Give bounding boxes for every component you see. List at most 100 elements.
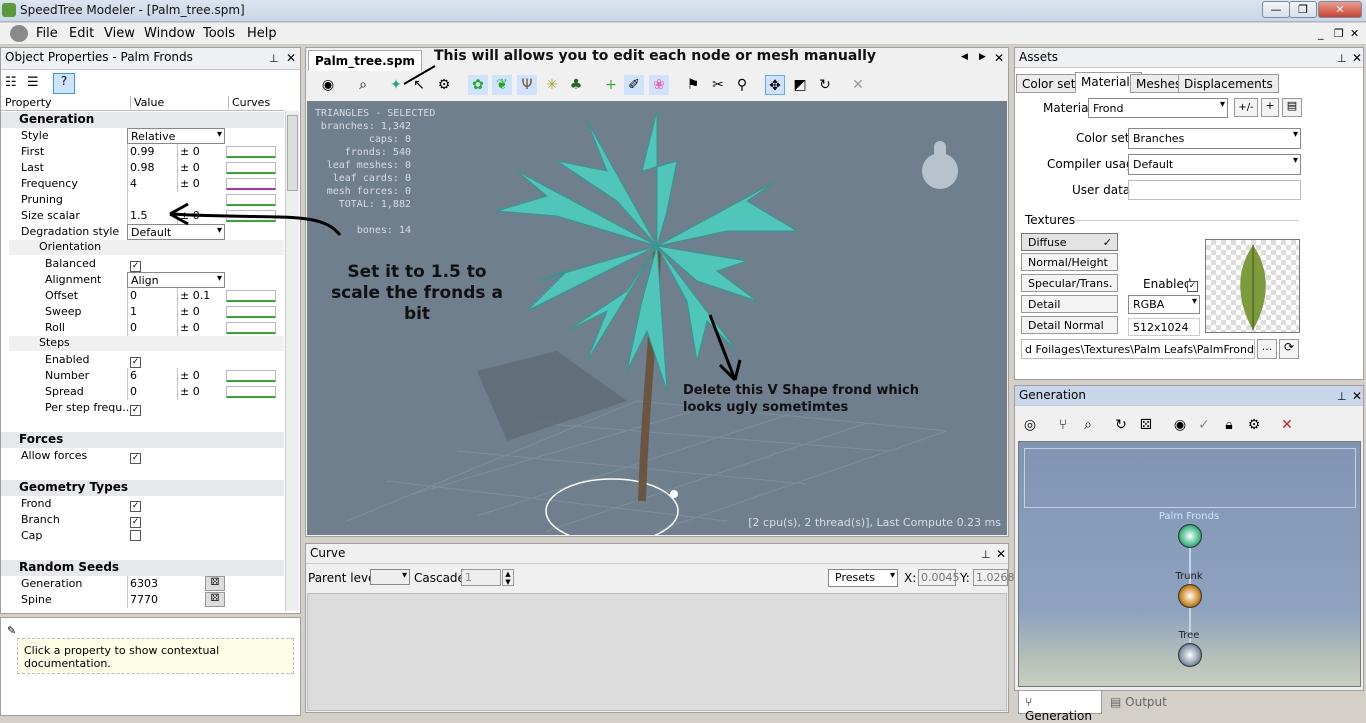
allow-forces-checkbox[interactable]: ✓ — [130, 450, 141, 464]
row-frond[interactable]: Frond ✓ — [1, 496, 284, 512]
menu-help[interactable]: Help — [247, 26, 277, 41]
frond-checkbox[interactable]: ✓ — [130, 498, 141, 512]
row-cap[interactable]: Cap — [1, 528, 284, 544]
curve-preview[interactable] — [226, 370, 276, 382]
section-steps[interactable]: Steps — [9, 336, 284, 351]
hierarchy-icon[interactable]: ⑂ — [1053, 415, 1073, 435]
section-forces[interactable]: Forces — [1, 432, 284, 448]
leaf-icon[interactable]: ✿ — [468, 75, 488, 95]
dice-icon[interactable]: ⚄ — [205, 576, 225, 591]
pin-icon[interactable]: ⊥ — [1337, 390, 1347, 403]
cascade-spin-icon[interactable]: ▲ ▼ — [502, 569, 514, 586]
texture-preview[interactable] — [1205, 239, 1300, 333]
row-spread[interactable]: Spread 0 ± 0 — [1, 384, 284, 400]
row-branch[interactable]: Branch ✓ — [1, 512, 284, 528]
branch-icon[interactable]: Ψ — [517, 75, 537, 95]
menu-tools[interactable]: Tools — [203, 26, 235, 41]
material-dropdown[interactable]: Frond — [1088, 98, 1228, 118]
material-icon[interactable]: ⚙ — [1244, 415, 1264, 435]
variance-field[interactable]: ± 0 — [177, 368, 226, 384]
row-allow-forces[interactable]: Allow forces ✓ — [1, 448, 284, 464]
clipboard-icon[interactable]: ▤ — [1282, 98, 1302, 117]
detail-normal-button[interactable]: Detail Normal — [1021, 316, 1118, 334]
close-icon[interactable]: ✕ — [996, 547, 1006, 561]
menu-edit[interactable]: Edit — [69, 26, 94, 41]
menu-view[interactable]: View — [104, 26, 135, 41]
mdi-close-icon[interactable]: ✕ — [1350, 27, 1359, 40]
tab-displacements[interactable]: Displacements — [1178, 74, 1279, 93]
flower-icon[interactable]: ❀ — [649, 75, 669, 95]
row-sweep[interactable]: Sweep 1 ± 0 — [1, 304, 284, 320]
colorset-dropdown[interactable]: Branches — [1128, 128, 1301, 149]
normal-height-button[interactable]: Normal/Height — [1021, 253, 1118, 271]
branch-checkbox[interactable]: ✓ — [130, 514, 141, 528]
row-alignment[interactable]: Alignment Align — [1, 272, 284, 288]
reload-icon[interactable]: ⟳ — [1279, 339, 1299, 359]
menu-file[interactable]: File — [36, 26, 58, 41]
check-icon[interactable]: ✓ — [1194, 415, 1214, 435]
variance-field[interactable]: ± 0 — [177, 304, 226, 320]
value-field[interactable]: 6 — [127, 368, 177, 384]
rotate-icon[interactable]: ↻ — [815, 75, 835, 95]
tab-prev-icon[interactable]: ◀ — [961, 52, 968, 62]
tree-icon[interactable]: ♣ — [566, 75, 586, 95]
pin-icon[interactable]: ⊥ — [981, 548, 991, 561]
tab-next-icon[interactable]: ▶ — [979, 52, 986, 62]
close-icon[interactable]: ✕ — [1352, 389, 1362, 403]
flag-icon[interactable]: ⚑ — [683, 75, 703, 95]
move-icon[interactable]: ✥ — [765, 75, 785, 95]
row-seed-spine[interactable]: Spine 7770 ⚄ — [1, 592, 284, 608]
cap-checkbox[interactable] — [130, 530, 141, 544]
palm-fronds-node[interactable] — [1178, 524, 1202, 548]
lock-icon[interactable]: 🔒︎ — [1219, 415, 1239, 435]
zoom-icon[interactable]: ⌕ — [1078, 415, 1098, 435]
value-field[interactable]: 1 — [127, 304, 177, 320]
menu-window[interactable]: Window — [144, 26, 195, 41]
generator-add-icon[interactable]: ◎ — [1020, 415, 1040, 435]
mdi-restore-icon[interactable]: ❐ — [1334, 27, 1344, 40]
per-step-checkbox[interactable]: ✓ — [130, 402, 141, 416]
row-seed-generation[interactable]: Generation 6303 ⚄ — [1, 576, 284, 592]
scale-icon[interactable]: ◩ — [790, 75, 810, 95]
curve-preview[interactable] — [226, 306, 276, 318]
value-field[interactable]: 0 — [127, 384, 177, 400]
enabled-checkbox[interactable]: ✓ — [1187, 277, 1198, 292]
tree-node[interactable] — [1178, 643, 1202, 667]
row-number[interactable]: Number 6 ± 0 — [1, 368, 284, 384]
curve-canvas[interactable] — [307, 593, 1007, 711]
row-per-step[interactable]: Per step frequ... ✓ — [1, 400, 284, 416]
row-balanced[interactable]: Balanced ✓ — [1, 256, 284, 272]
prune-icon[interactable]: ✂ — [708, 75, 728, 95]
tab-generation[interactable]: ⑂ Generation — [1018, 691, 1102, 723]
graph-minimap[interactable] — [1024, 448, 1356, 508]
generation-graph[interactable]: Palm Fronds Trunk Tree — [1018, 441, 1361, 687]
delete-icon[interactable]: ✕ — [848, 75, 868, 95]
userdata-input[interactable] — [1128, 180, 1301, 200]
curve-preview[interactable] — [226, 290, 276, 302]
alignment-dropdown[interactable]: Align — [127, 272, 225, 288]
compiler-dropdown[interactable]: Default — [1128, 154, 1301, 175]
section-seeds[interactable]: Random Seeds — [1, 560, 284, 576]
cascade-input[interactable]: 1 — [461, 569, 501, 586]
force-icon[interactable]: ⚲ — [732, 75, 752, 95]
row-offset[interactable]: Offset 0 ± 0.1 — [1, 288, 284, 304]
pin-icon[interactable]: ⊥ — [1337, 52, 1347, 65]
presets-dropdown[interactable]: Presets — [828, 569, 898, 587]
dice-icon[interactable]: ⚄ — [205, 592, 225, 607]
tab-output[interactable]: ▤ Output — [1104, 691, 1174, 714]
row-enabled[interactable]: Enabled ✓ — [1, 352, 284, 368]
value-field[interactable]: 0 — [127, 320, 177, 336]
paint-icon[interactable]: ✐ — [624, 75, 644, 95]
parent-level-dropdown[interactable] — [370, 569, 410, 585]
categorized-icon[interactable]: ☷ — [5, 75, 17, 90]
trunk-node[interactable] — [1178, 584, 1202, 608]
alphabetical-icon[interactable]: ☰ — [27, 75, 39, 90]
curve-preview[interactable] — [226, 386, 276, 398]
close-icon[interactable]: ✕ — [1352, 51, 1362, 65]
refresh-icon[interactable]: ↻ — [1111, 415, 1131, 435]
add-icon[interactable]: + — [601, 75, 621, 95]
y-input[interactable]: 1.0268 — [973, 569, 1015, 586]
spine-icon[interactable]: ✳ — [542, 75, 562, 95]
minimize-button[interactable]: — — [1262, 1, 1290, 18]
eye-icon[interactable]: ◉ — [1170, 415, 1190, 435]
